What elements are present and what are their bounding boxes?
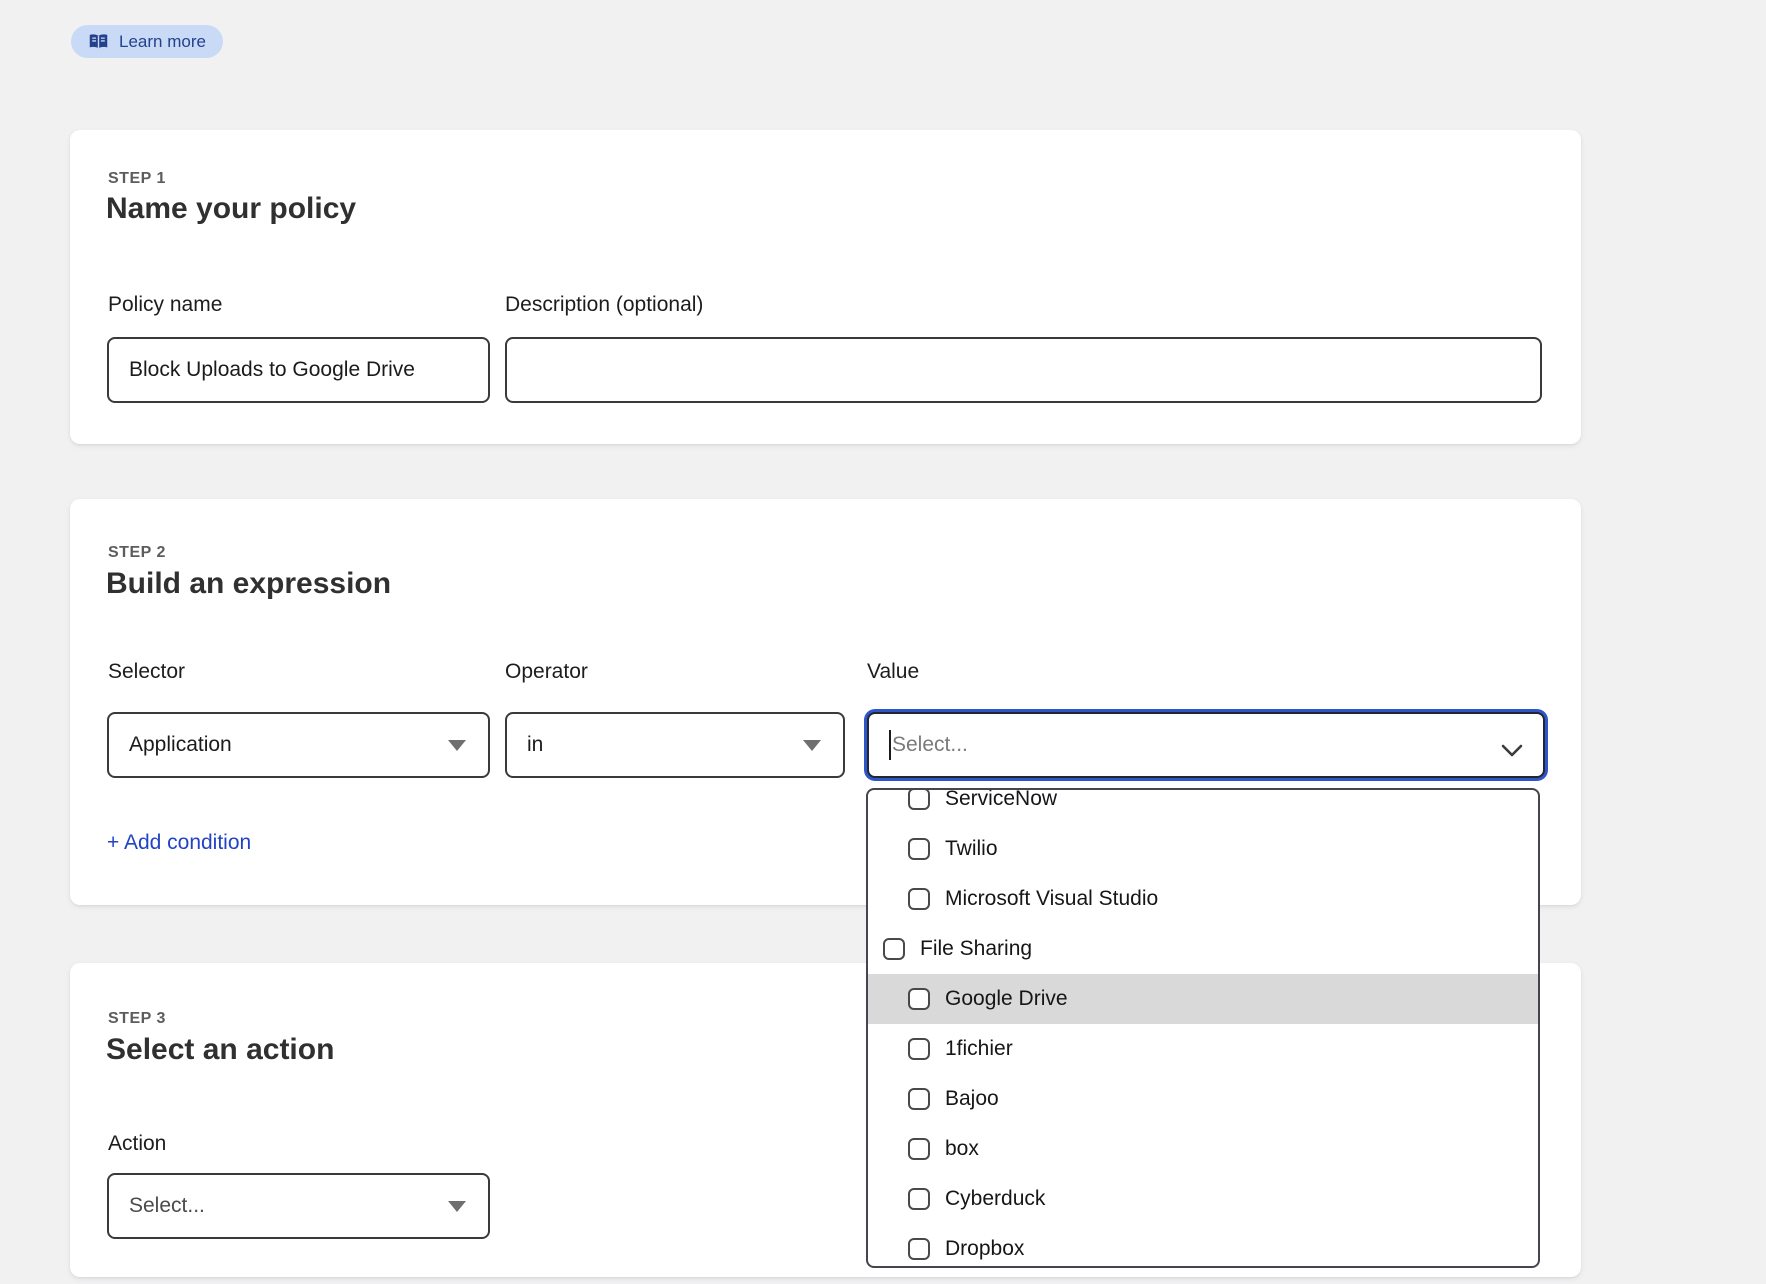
step3-caption: STEP 3	[108, 1010, 166, 1028]
dropdown-option-microsoft-visual-studio[interactable]: Microsoft Visual Studio	[868, 874, 1538, 924]
checkbox-icon[interactable]	[908, 1038, 930, 1060]
action-placeholder: Select...	[129, 1194, 205, 1218]
chevron-down-icon	[1501, 739, 1523, 763]
checkbox-icon[interactable]	[908, 838, 930, 860]
caret-down-icon	[803, 740, 821, 751]
step1-card: STEP 1 Name your policy Policy name Desc…	[70, 130, 1581, 444]
dropdown-option-label: Microsoft Visual Studio	[945, 887, 1158, 911]
add-condition-link[interactable]: + Add condition	[107, 831, 251, 855]
dropdown-option-dropbox[interactable]: Dropbox	[868, 1224, 1538, 1268]
checkbox-icon[interactable]	[908, 1238, 930, 1260]
caret-down-icon	[448, 740, 466, 751]
step2-title: Build an expression	[106, 567, 391, 601]
step3-title: Select an action	[106, 1033, 334, 1067]
dropdown-option-label: Twilio	[945, 837, 998, 861]
book-icon	[88, 33, 109, 51]
dropdown-option-label: 1fichier	[945, 1037, 1013, 1061]
checkbox-icon[interactable]	[908, 888, 930, 910]
dropdown-option-twilio[interactable]: Twilio	[868, 824, 1538, 874]
dropdown-option-box[interactable]: box	[868, 1124, 1538, 1174]
action-label: Action	[108, 1132, 166, 1156]
value-label: Value	[867, 660, 919, 684]
learn-more-label: Learn more	[119, 32, 206, 52]
dropdown-option-label: Google Drive	[945, 987, 1068, 1011]
dropdown-option-file-sharing[interactable]: File Sharing	[868, 924, 1538, 974]
operator-select[interactable]: in	[505, 712, 845, 778]
checkbox-icon[interactable]	[908, 1088, 930, 1110]
policy-name-input[interactable]	[107, 337, 490, 403]
dropdown-option-cyberduck[interactable]: Cyberduck	[868, 1174, 1538, 1224]
dropdown-option-label: Dropbox	[945, 1237, 1024, 1261]
operator-value: in	[527, 733, 543, 757]
checkbox-icon[interactable]	[908, 988, 930, 1010]
dropdown-option-label: box	[945, 1137, 979, 1161]
value-placeholder: Select...	[892, 733, 968, 757]
dropdown-option-label: File Sharing	[920, 937, 1032, 961]
operator-label: Operator	[505, 660, 588, 684]
dropdown-option-label: Cyberduck	[945, 1187, 1045, 1211]
checkbox-icon[interactable]	[908, 788, 930, 810]
value-combobox[interactable]: Select...	[867, 712, 1545, 778]
step1-title: Name your policy	[106, 192, 356, 226]
dropdown-option-label: Bajoo	[945, 1087, 999, 1111]
policy-name-label: Policy name	[108, 293, 222, 317]
value-dropdown-list: ServiceNow Twilio Microsoft Visual Studi…	[868, 788, 1538, 1268]
step1-caption: STEP 1	[108, 170, 166, 188]
dropdown-option-label: ServiceNow	[945, 788, 1057, 811]
selector-value: Application	[129, 733, 232, 757]
description-label: Description (optional)	[505, 293, 703, 317]
action-select[interactable]: Select...	[107, 1173, 490, 1239]
checkbox-icon[interactable]	[908, 1138, 930, 1160]
selector-select[interactable]: Application	[107, 712, 490, 778]
dropdown-option-google-drive[interactable]: Google Drive	[868, 974, 1538, 1024]
checkbox-icon[interactable]	[908, 1188, 930, 1210]
value-dropdown-panel: ServiceNow Twilio Microsoft Visual Studi…	[866, 788, 1540, 1268]
learn-more-button[interactable]: Learn more	[71, 25, 223, 58]
dropdown-option-bajoo[interactable]: Bajoo	[868, 1074, 1538, 1124]
checkbox-icon[interactable]	[883, 938, 905, 960]
caret-down-icon	[448, 1201, 466, 1212]
dropdown-option-1fichier[interactable]: 1fichier	[868, 1024, 1538, 1074]
description-input[interactable]	[505, 337, 1542, 403]
step2-caption: STEP 2	[108, 544, 166, 562]
selector-label: Selector	[108, 660, 185, 684]
text-cursor	[889, 730, 891, 760]
dropdown-option-servicenow[interactable]: ServiceNow	[868, 788, 1538, 824]
